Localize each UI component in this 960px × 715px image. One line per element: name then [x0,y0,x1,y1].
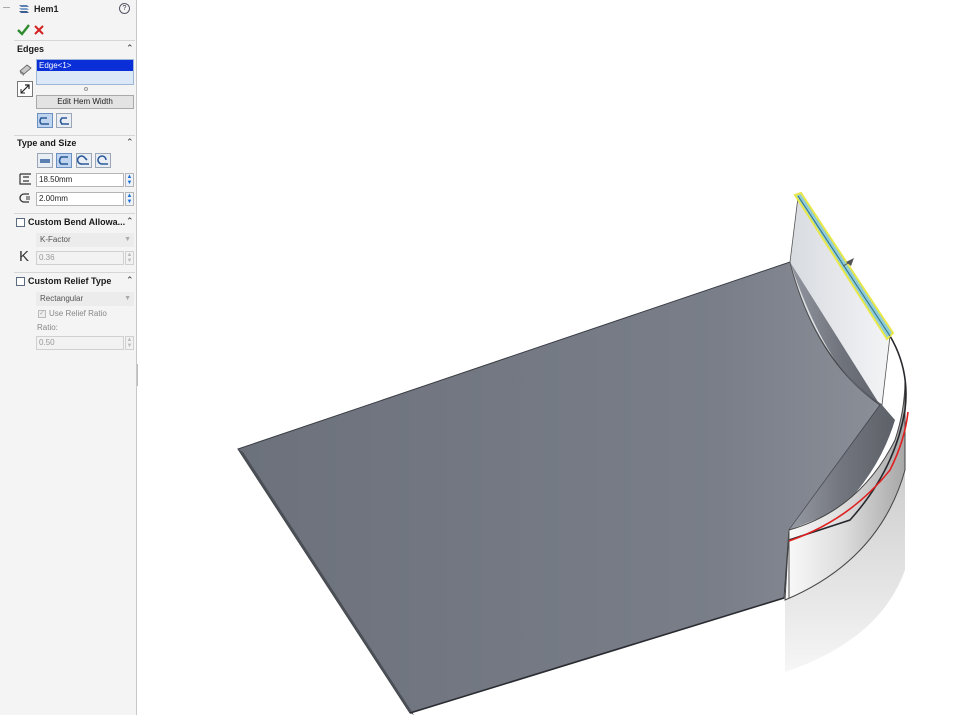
base-flange-face[interactable] [237,261,881,714]
teardrop-hem-icon [76,155,89,165]
open-hem-icon [58,156,68,165]
hem-type-rolled-button[interactable] [95,153,111,168]
material-inside-icon [39,117,49,125]
k-factor-icon: K [19,248,30,265]
gap-distance-spinner[interactable]: ▲ ▼ [125,192,134,206]
bend-allowance-type-value: K-Factor [40,235,71,244]
reverse-direction-button[interactable] [17,81,33,97]
graphics-viewport[interactable] [138,0,960,715]
sheet-metal-model[interactable] [138,0,960,715]
hem-type-closed-button[interactable] [37,153,53,168]
edges-section-title: Edges [17,44,45,54]
custom-bend-allowance-checkbox[interactable] [16,218,25,227]
cancel-x-icon[interactable] [34,25,44,35]
relief-ratio-spinner[interactable]: ▲ ▼ [125,336,134,350]
use-relief-ratio-label: Use Relief Ratio [49,309,107,318]
separator [14,40,135,41]
bend-allowance-type-select[interactable]: K-Factor ▼ [36,233,134,247]
hem-length-field[interactable]: 18.50mm [36,173,124,187]
hem-length-spinner[interactable]: ▲ ▼ [125,173,134,187]
edge-selection-icon [19,64,32,76]
edge-selection-list[interactable]: Edge<1> [36,59,134,85]
custom-relief-type-checkbox[interactable] [16,277,25,286]
collapse-edges-chevron-icon[interactable]: ⌃ [126,43,134,54]
rolled-hem-icon [97,155,108,165]
collapse-relief-chevron-icon[interactable]: ⌃ [126,275,134,286]
separator [14,213,135,214]
closed-hem-icon [40,159,50,163]
length-icon [19,173,31,185]
dropdown-arrow-icon: ▼ [124,236,131,243]
separator [14,135,135,136]
list-resize-handle[interactable] [84,87,88,91]
hem-feature-icon [19,5,29,13]
hem-type-teardrop-button[interactable] [76,153,92,168]
tab-marker [3,7,10,8]
material-inside-button[interactable] [37,113,53,128]
gap-distance-icon [19,193,30,203]
separator [14,272,135,273]
selected-edge-item[interactable]: Edge<1> [37,60,133,71]
ratio-label: Ratio: [37,323,58,332]
relief-ratio-field[interactable]: 0.50 [36,336,124,350]
feature-title: Hem1 [34,4,59,14]
hem-type-open-button[interactable] [56,153,72,168]
bend-allowance-section-title: Custom Bend Allowa... [28,217,126,227]
relief-section-title: Custom Relief Type [28,276,112,286]
dropdown-arrow-icon: ▼ [124,295,131,302]
collapse-type-size-chevron-icon[interactable]: ⌃ [126,137,134,148]
relief-type-value: Rectangular [40,294,84,303]
collapse-bend-allowance-chevron-icon[interactable]: ⌃ [126,216,134,227]
edit-hem-width-button[interactable]: Edit Hem Width [36,95,134,109]
bend-outside-icon [59,117,69,125]
gap-distance-field[interactable]: 2.00mm [36,192,124,206]
relief-type-select[interactable]: Rectangular ▼ [36,292,134,306]
k-factor-spinner[interactable]: ▲ ▼ [125,251,134,265]
property-manager-panel: Hem1 ? Edges ⌃ Edge<1> Edit Hem Width Ty… [0,0,137,715]
help-icon[interactable]: ? [119,3,130,14]
bend-outside-button[interactable] [56,113,72,128]
k-factor-field[interactable]: 0.36 [36,251,124,265]
ok-check-icon[interactable] [17,24,30,36]
reverse-direction-icon [20,84,30,94]
use-relief-ratio-checkbox[interactable]: ✓ [38,310,46,318]
type-size-section-title: Type and Size [17,138,77,148]
